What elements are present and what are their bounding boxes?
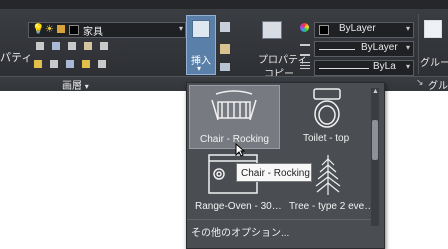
lineweight-dropdown[interactable]: ByLa ▾ bbox=[314, 60, 414, 76]
gallery-item-label: Toilet - top bbox=[303, 133, 350, 144]
layer-tool-icon[interactable] bbox=[50, 60, 58, 68]
chevron-down-icon: ▾ bbox=[197, 64, 202, 73]
chevron-down-icon: ▾ bbox=[405, 43, 410, 52]
insert-button[interactable]: 挿入 ▾ bbox=[186, 15, 216, 75]
lineweight-value: ByLa bbox=[373, 61, 396, 72]
attribute-icon[interactable] bbox=[220, 63, 230, 71]
color-swatch-icon bbox=[319, 25, 329, 35]
layer-tool-icon[interactable] bbox=[82, 60, 90, 68]
insert-block-icon bbox=[192, 20, 210, 38]
lock-icon bbox=[57, 25, 65, 33]
layers-panel-label: 画層 bbox=[62, 81, 82, 92]
edit-block-icon[interactable] bbox=[220, 44, 230, 54]
match-properties-button[interactable]: プロパティ コピー bbox=[254, 17, 307, 80]
group-label: グルー bbox=[420, 58, 448, 69]
dialog-launcher-icon[interactable]: ↘ bbox=[416, 77, 424, 88]
layer-tool-icon[interactable] bbox=[98, 60, 106, 68]
group-icon bbox=[424, 20, 442, 38]
layer-tool-icon[interactable] bbox=[66, 60, 74, 68]
gallery-item[interactable]: Chair - Rocking bbox=[189, 85, 280, 149]
partial-properties-label[interactable]: パティ bbox=[0, 49, 32, 65]
layer-tools-row-2 bbox=[34, 60, 124, 70]
line-sample bbox=[319, 49, 355, 50]
chevron-down-icon: ▾ bbox=[84, 82, 89, 91]
sun-icon: ☀ bbox=[45, 24, 54, 35]
chevron-down-icon: ▾ bbox=[178, 24, 183, 33]
light-bulb-icon: 💡 bbox=[32, 24, 45, 35]
lineweight-icon[interactable] bbox=[300, 44, 310, 56]
group-button[interactable]: グルー bbox=[420, 18, 448, 74]
layers-panel-title[interactable]: 画層 ▾ bbox=[62, 77, 89, 92]
scroll-up-icon[interactable]: ▲ bbox=[372, 88, 379, 95]
ribbon-top-strip bbox=[0, 0, 448, 9]
separator bbox=[418, 14, 419, 74]
tree-icon bbox=[315, 155, 341, 195]
layer-name: 家具 bbox=[83, 27, 103, 38]
toilet-icon bbox=[313, 88, 341, 128]
color-wheel-icon[interactable] bbox=[300, 23, 309, 32]
layer-tool-icon[interactable] bbox=[34, 60, 42, 68]
match-properties-icon bbox=[262, 21, 282, 39]
linetype-icon[interactable] bbox=[300, 62, 310, 70]
color-value: ByLayer bbox=[339, 23, 376, 34]
layer-tool-icon[interactable] bbox=[52, 42, 60, 50]
tooltip: Chair - Rocking bbox=[236, 163, 312, 182]
gallery-item-label: Range-Oven - 30… bbox=[195, 201, 282, 212]
mouse-cursor-icon bbox=[235, 143, 245, 157]
layer-tool-icon[interactable] bbox=[100, 42, 108, 50]
linetype-value: ByLayer bbox=[361, 42, 398, 53]
layer-tool-icon[interactable] bbox=[84, 42, 92, 50]
chevron-down-icon: ▾ bbox=[405, 24, 410, 33]
linetype-dropdown[interactable]: ByLayer ▾ bbox=[314, 41, 414, 57]
more-options-link[interactable]: その他のオプション... bbox=[191, 224, 289, 239]
layer-tool-icon[interactable] bbox=[68, 42, 76, 50]
scrollbar-thumb[interactable] bbox=[372, 120, 378, 160]
layer-tool-icon[interactable] bbox=[36, 42, 44, 50]
color-dropdown[interactable]: ByLayer ▾ bbox=[314, 22, 414, 38]
gallery-item-label: Tree - type 2 eve… bbox=[289, 201, 375, 212]
layer-dropdown[interactable]: 💡 ☀ 家具 ▾ bbox=[28, 22, 186, 38]
color-swatch-icon bbox=[69, 25, 79, 35]
divider bbox=[187, 219, 372, 220]
line-sample bbox=[319, 68, 369, 69]
layer-tools-row-1 bbox=[36, 42, 118, 52]
group-panel-title[interactable]: グルー bbox=[428, 77, 448, 92]
gallery-item[interactable]: Toilet - top bbox=[283, 85, 373, 147]
create-block-icon[interactable] bbox=[220, 22, 230, 32]
rocking-chair-icon bbox=[211, 90, 257, 121]
chevron-down-icon: ▾ bbox=[405, 62, 410, 71]
